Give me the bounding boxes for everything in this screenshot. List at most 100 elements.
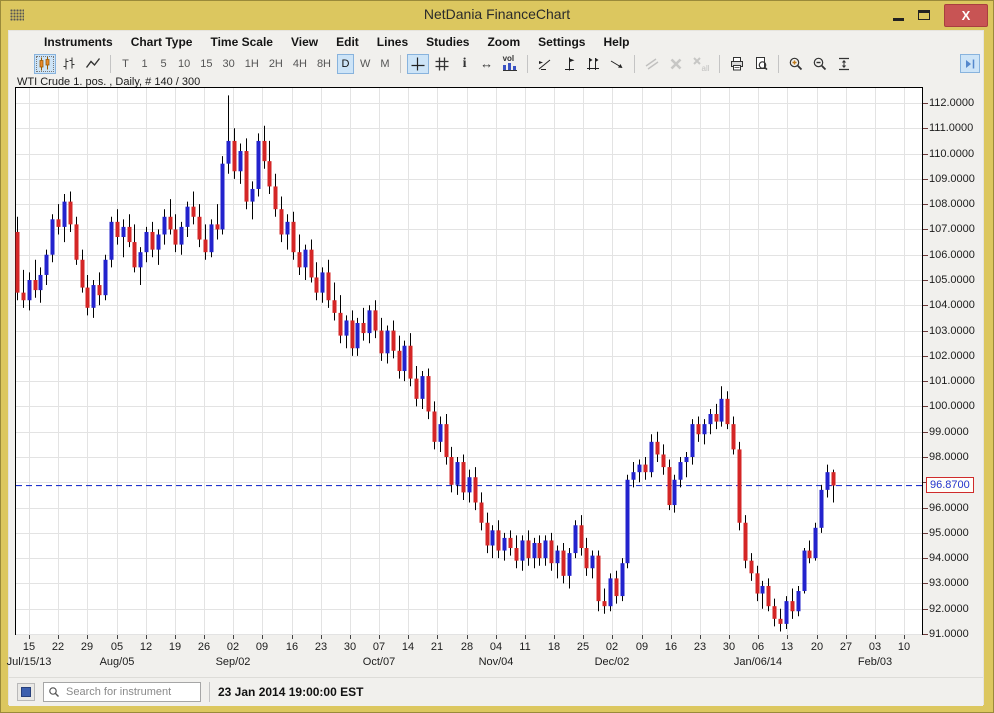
time-axis-label: 02 — [220, 641, 246, 653]
price-axis-label: 101.0000 — [929, 375, 975, 388]
timeframe-button-t[interactable]: T — [117, 54, 134, 74]
app-window: NetDania FinanceChart X InstrumentsChart… — [0, 0, 994, 713]
instrument-list-icon — [21, 687, 31, 697]
delete-icon — [668, 56, 684, 72]
titlebar: NetDania FinanceChart X — [0, 0, 994, 30]
timeframe-button-30[interactable]: 30 — [219, 54, 239, 74]
time-axis-tick — [233, 635, 234, 639]
price-axis-tick — [923, 406, 928, 407]
menu-item-chart-type[interactable]: Chart Type — [122, 33, 202, 51]
price-axis-label: 93.0000 — [929, 577, 969, 590]
price-axis-tick — [923, 558, 928, 559]
delete-line-button[interactable] — [665, 54, 687, 74]
instrument-list-button[interactable] — [17, 683, 35, 701]
time-axis-tick — [671, 635, 672, 639]
time-axis-tick — [612, 635, 613, 639]
menu-item-zoom[interactable]: Zoom — [478, 33, 529, 51]
timeframe-button-1[interactable]: 1 — [136, 54, 153, 74]
menu-item-view[interactable]: View — [282, 33, 327, 51]
trendline-icon — [537, 56, 553, 72]
time-axis-label: 11 — [512, 641, 538, 653]
toolbar-separator — [634, 55, 635, 73]
time-axis-tick — [729, 635, 730, 639]
parallel-lines-button[interactable] — [641, 54, 663, 74]
time-axis-label: 30 — [716, 641, 742, 653]
volume-button[interactable]: vol — [499, 54, 521, 74]
line-chart-icon — [85, 56, 101, 72]
time-axis-label: 15 — [16, 641, 42, 653]
ray-icon — [609, 56, 625, 72]
time-axis-tick — [642, 635, 643, 639]
time-axis-label: 21 — [424, 641, 450, 653]
month-label: Jan/06/14 — [726, 656, 790, 668]
fit-vertical-button[interactable] — [833, 54, 855, 74]
delete-all-lines-button[interactable]: all — [689, 54, 713, 74]
menu-item-time-scale[interactable]: Time Scale — [201, 33, 281, 51]
print-preview-button[interactable] — [750, 54, 772, 74]
search-input[interactable] — [64, 685, 196, 699]
candlestick-chart-button[interactable] — [34, 54, 56, 74]
channel-icon — [585, 56, 601, 72]
price-axis-label: 109.0000 — [929, 173, 975, 186]
grid-icon — [434, 56, 450, 72]
minimize-icon — [893, 18, 904, 21]
menu-item-studies[interactable]: Studies — [417, 33, 478, 51]
timeframe-button-w[interactable]: W — [356, 54, 374, 74]
time-axis-tick — [321, 635, 322, 639]
timeframe-button-4h[interactable]: 4H — [289, 54, 311, 74]
menu-item-settings[interactable]: Settings — [529, 33, 594, 51]
price-axis-label: 102.0000 — [929, 350, 975, 363]
menu-item-lines[interactable]: Lines — [368, 33, 417, 51]
time-axis[interactable]: 1522290512192602091623300714212804111825… — [9, 635, 994, 677]
timeframe-button-8h[interactable]: 8H — [313, 54, 335, 74]
timeframe-button-5[interactable]: 5 — [155, 54, 172, 74]
time-axis-tick — [583, 635, 584, 639]
crosshair-icon — [410, 56, 426, 72]
grid-button[interactable] — [431, 54, 453, 74]
vertical-line-tool-button[interactable] — [558, 54, 580, 74]
price-axis-tick — [923, 103, 928, 104]
price-axis-tick — [923, 583, 928, 584]
menu-item-instruments[interactable]: Instruments — [35, 33, 122, 51]
price-axis-label: 95.0000 — [929, 527, 969, 540]
price-axis-label: 103.0000 — [929, 325, 975, 338]
trendline-tool-button[interactable] — [534, 54, 556, 74]
menu-item-help[interactable]: Help — [594, 33, 638, 51]
print-preview-icon — [753, 56, 769, 72]
timeframe-button-2h[interactable]: 2H — [265, 54, 287, 74]
timeframe-button-m[interactable]: M — [376, 54, 393, 74]
menu-item-edit[interactable]: Edit — [327, 33, 368, 51]
price-axis[interactable]: 112.0000111.0000110.0000109.0000108.0000… — [923, 87, 985, 635]
price-axis-tick — [923, 128, 928, 129]
line-chart-button[interactable] — [82, 54, 104, 74]
print-button[interactable] — [726, 54, 748, 74]
price-chart-plot[interactable] — [15, 87, 923, 635]
channel-tool-button[interactable] — [582, 54, 604, 74]
crosshair-button[interactable] — [407, 54, 429, 74]
expand-horizontal-button[interactable]: ↔ — [477, 54, 497, 74]
search-box — [43, 682, 201, 702]
time-axis-label: 03 — [862, 641, 888, 653]
toolbar-pin-button[interactable] — [960, 54, 980, 73]
timeframe-button-d[interactable]: D — [337, 54, 354, 74]
price-axis-label: 99.0000 — [929, 426, 969, 439]
time-axis-label: 28 — [454, 641, 480, 653]
timeframe-button-1h[interactable]: 1H — [241, 54, 263, 74]
info-button[interactable]: i — [455, 54, 475, 74]
time-axis-tick — [875, 635, 876, 639]
minimize-button[interactable] — [893, 10, 904, 21]
month-label: Oct/07 — [347, 656, 411, 668]
close-button[interactable]: X — [944, 4, 988, 27]
time-axis-tick — [408, 635, 409, 639]
timeframe-button-10[interactable]: 10 — [174, 54, 194, 74]
time-axis-tick — [204, 635, 205, 639]
timeframe-button-15[interactable]: 15 — [196, 54, 216, 74]
zoom-in-button[interactable] — [785, 54, 807, 74]
zoom-out-button[interactable] — [809, 54, 831, 74]
time-axis-tick — [904, 635, 905, 639]
ohlc-chart-button[interactable] — [58, 54, 80, 74]
ray-tool-button[interactable] — [606, 54, 628, 74]
expand-horizontal-icon: ↔ — [480, 57, 493, 70]
maximize-button[interactable] — [918, 10, 930, 20]
zoom-out-icon — [812, 56, 828, 72]
